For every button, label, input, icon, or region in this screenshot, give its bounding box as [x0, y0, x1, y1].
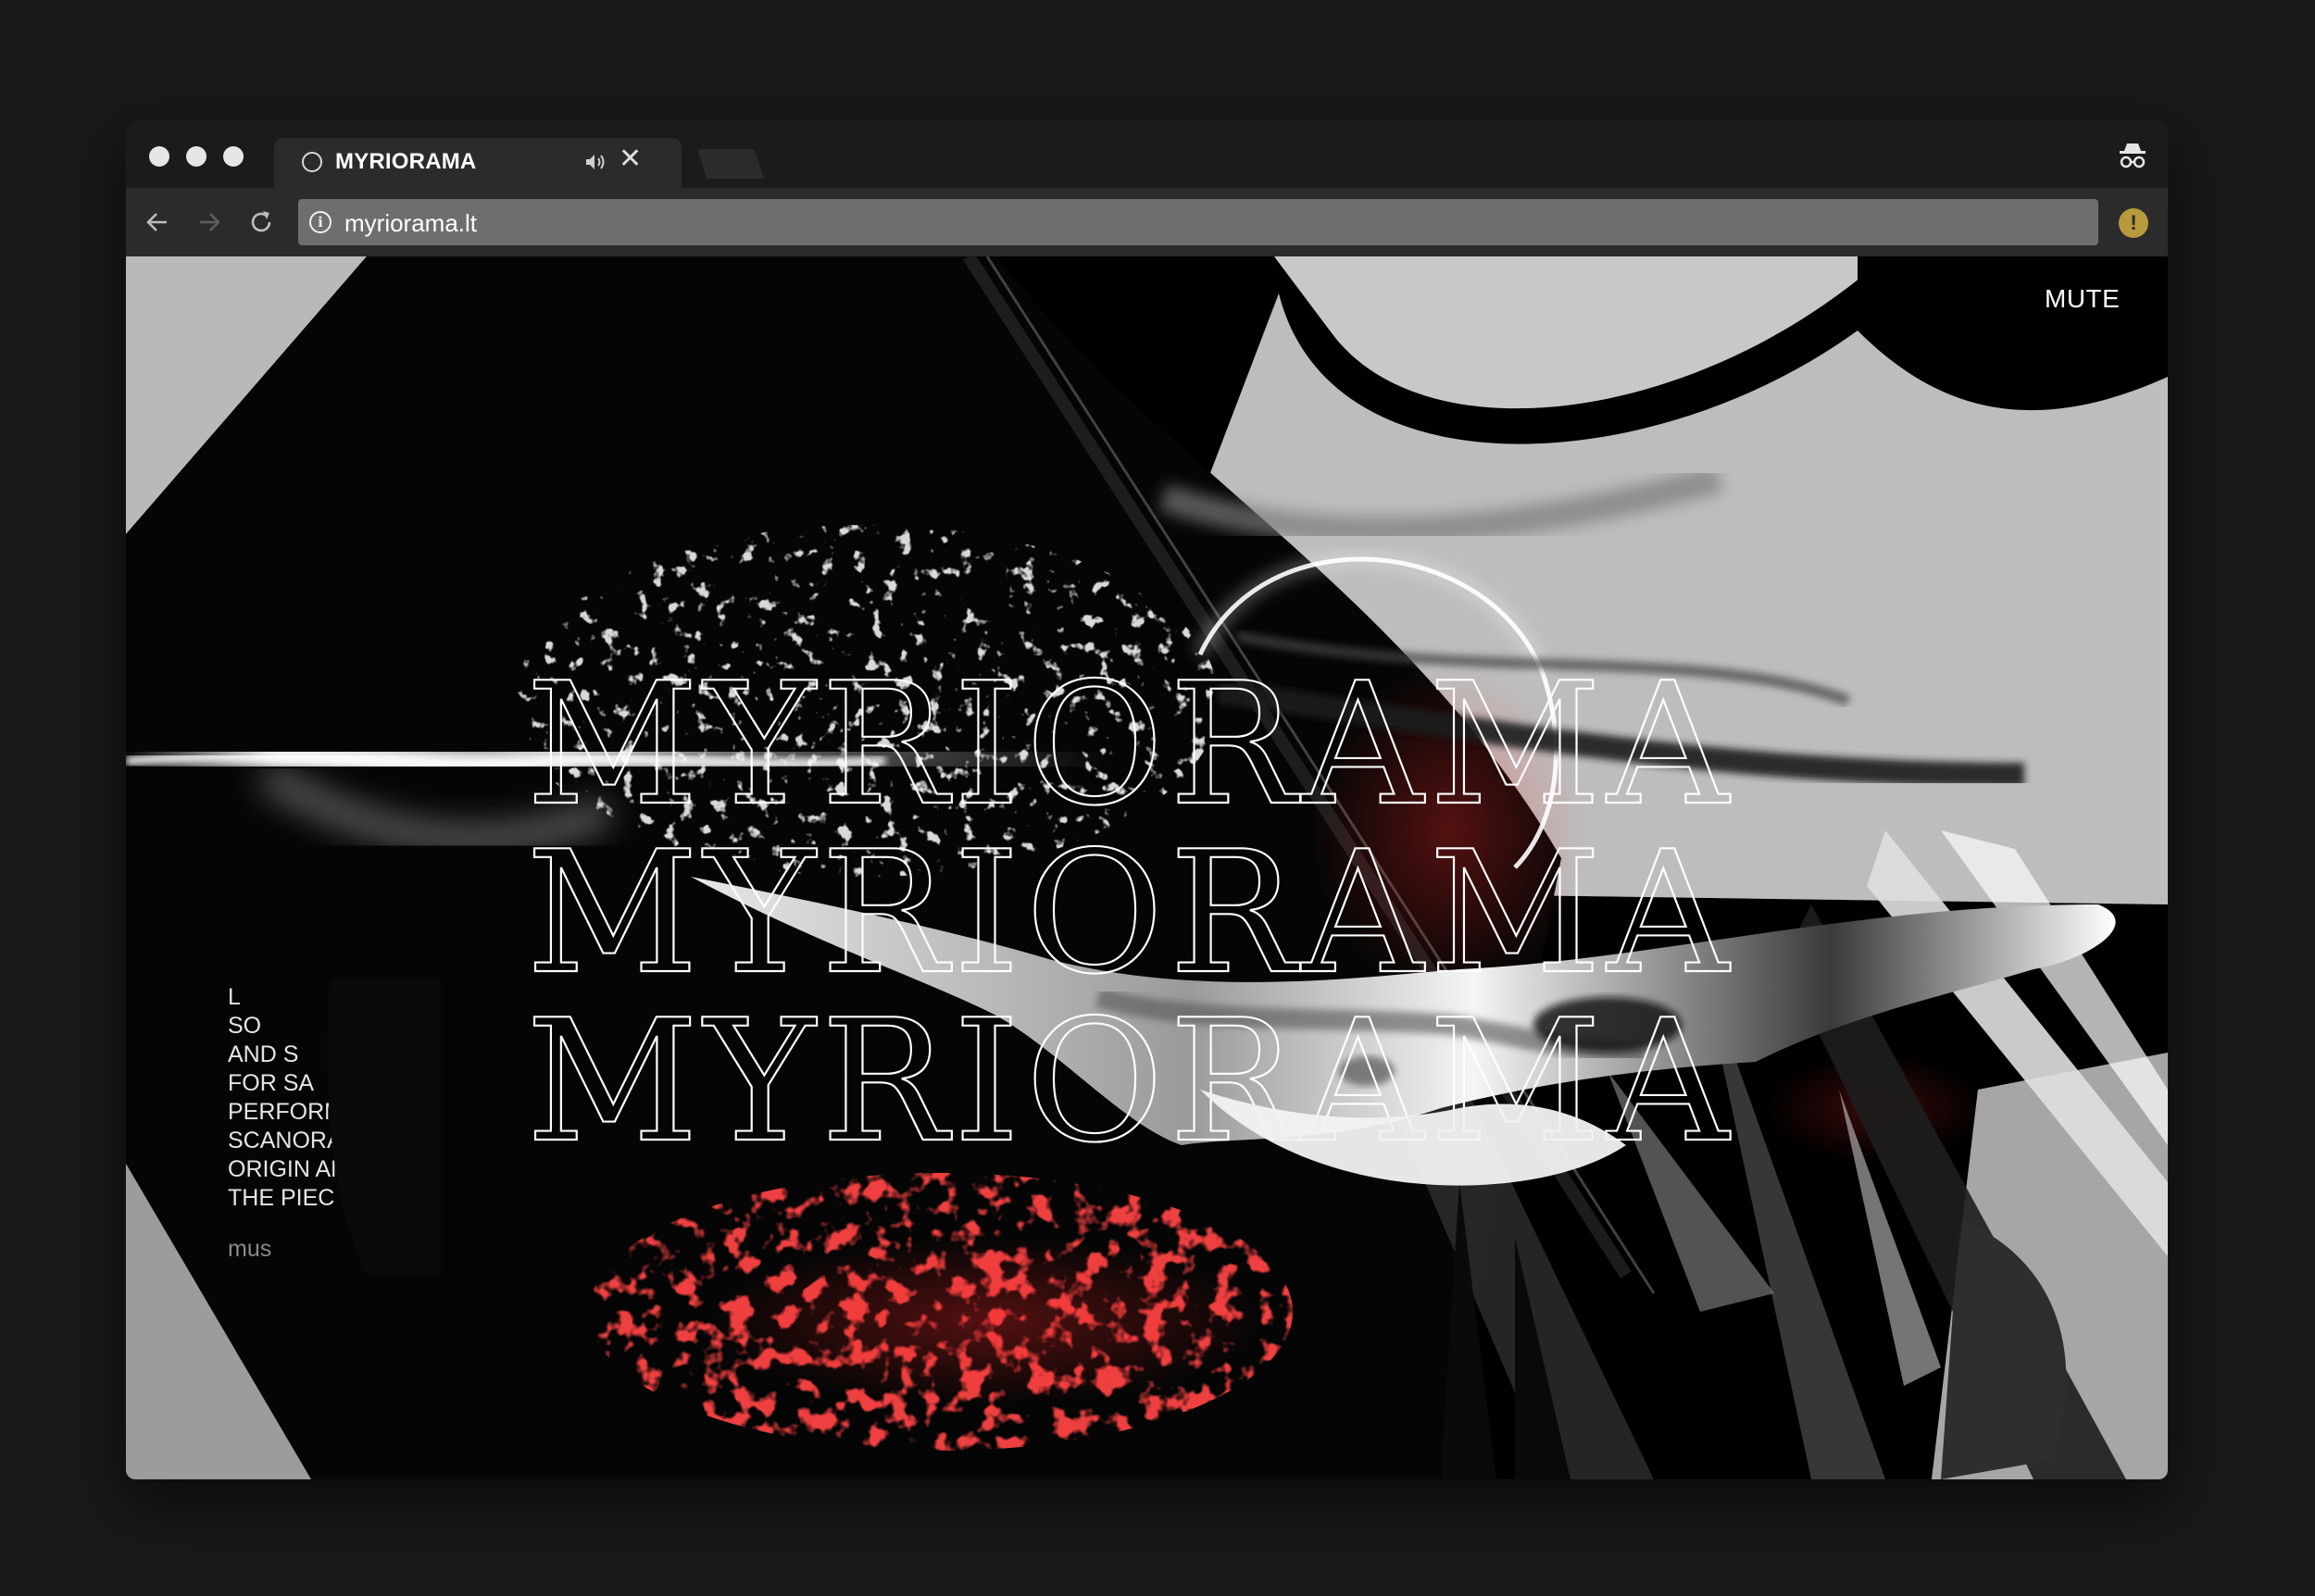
reload-icon[interactable]	[246, 207, 276, 237]
tab-title: MYRIORAMA	[335, 149, 477, 174]
tab-myriorama[interactable]: MYRIORAMA ✕	[274, 138, 682, 188]
new-tab-button[interactable]	[696, 149, 765, 179]
mute-button[interactable]: MUTE	[2045, 284, 2120, 314]
window-minimize-button[interactable]	[186, 146, 206, 167]
browser-window: MYRIORAMA ✕ i myriorama.lt ! MYRIORAMA M…	[126, 121, 2168, 1479]
arrow-right-icon[interactable]	[194, 207, 224, 237]
globe-icon	[302, 152, 322, 172]
window-zoom-button[interactable]	[223, 146, 244, 167]
url-text[interactable]: myriorama.lt	[344, 209, 477, 238]
speaker-icon[interactable]	[584, 152, 607, 172]
tab-close-icon[interactable]: ✕	[619, 145, 642, 173]
address-bar[interactable]: i myriorama.lt	[298, 199, 2098, 245]
hero-artwork: MYRIORAMA MYRIORAMA MYRIORAMA	[126, 256, 2168, 1479]
info-icon[interactable]: i	[309, 211, 332, 233]
side-link[interactable]: mus	[228, 1236, 311, 1266]
arrow-left-icon[interactable]	[143, 207, 172, 237]
incognito-icon[interactable]	[2117, 140, 2148, 171]
side-mask-shape	[327, 979, 441, 1275]
title-line-1: MYRIORAMA	[526, 646, 1734, 842]
alert-icon[interactable]: !	[2119, 208, 2148, 238]
title-line-2: MYRIORAMA	[526, 815, 1734, 1011]
page-viewport: MYRIORAMA MYRIORAMA MYRIORAMA MUTE L SO …	[126, 256, 2168, 1479]
window-close-button[interactable]	[149, 146, 169, 167]
tab-strip: MYRIORAMA ✕	[126, 121, 2168, 188]
browser-toolbar: i myriorama.lt !	[126, 188, 2168, 256]
